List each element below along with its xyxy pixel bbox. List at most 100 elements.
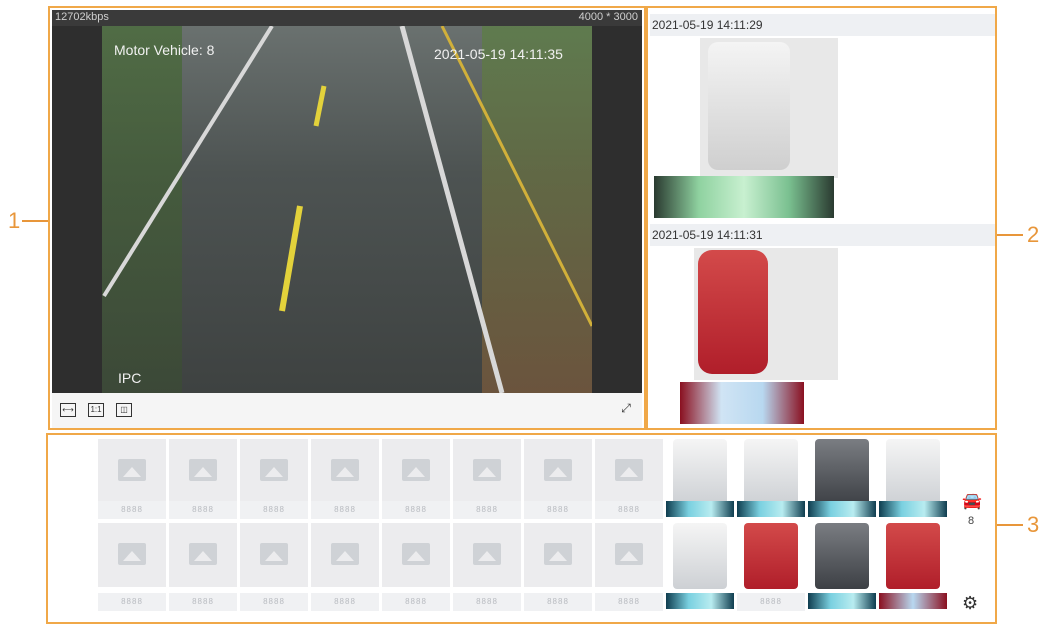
vehicle-plate-thumbnail[interactable] xyxy=(808,501,876,517)
placeholder-tile xyxy=(524,439,592,503)
placeholder-tile xyxy=(169,523,237,587)
vehicle-plate-thumbnail[interactable] xyxy=(879,593,947,609)
placeholder-plate: 8888 xyxy=(595,501,663,519)
image-placeholder-icon xyxy=(544,543,572,565)
image-placeholder-icon xyxy=(260,543,288,565)
placeholder-tile xyxy=(98,523,166,587)
placeholder-tile xyxy=(311,523,379,587)
fullscreen-icon[interactable]: ⤢ xyxy=(618,402,634,417)
live-view-panel: 12702kbps 4000 * 3000 Motor Vehicle: 8 2… xyxy=(48,6,646,430)
vehicle-plate-thumbnail[interactable] xyxy=(737,501,805,517)
image-placeholder-icon xyxy=(331,459,359,481)
placeholder-plate: 8888 xyxy=(382,593,450,611)
vehicle-thumbnail[interactable] xyxy=(744,439,798,505)
vehicle-plate-thumbnail[interactable] xyxy=(666,501,734,517)
vehicle-gallery-panel: 8888 8888 8888 8888 8888 8888 8888 8888 8888 8888… xyxy=(46,433,997,624)
placeholder-plate: 8888 xyxy=(453,501,521,519)
split-view-icon[interactable]: ◫ xyxy=(116,403,132,417)
live-video[interactable]: 12702kbps 4000 * 3000 Motor Vehicle: 8 2… xyxy=(52,10,642,393)
snapshot-vehicle-image-1[interactable] xyxy=(700,38,838,178)
image-placeholder-icon xyxy=(544,459,572,481)
image-placeholder-icon xyxy=(260,459,288,481)
callout-3-number: 3 xyxy=(1027,512,1040,537)
image-placeholder-icon xyxy=(331,543,359,565)
vehicle-count: 8 xyxy=(968,515,975,527)
original-size-icon[interactable]: 1:1 xyxy=(88,403,104,417)
image-placeholder-icon xyxy=(402,459,430,481)
callout-2-number: 2 xyxy=(1027,222,1040,247)
placeholder-tile xyxy=(595,439,663,503)
placeholder-plate: 8888 xyxy=(240,501,308,519)
vehicle-plate-thumbnail[interactable] xyxy=(666,593,734,609)
image-placeholder-icon xyxy=(473,459,501,481)
image-placeholder-icon xyxy=(615,543,643,565)
vehicle-thumbnail[interactable] xyxy=(673,523,727,589)
vehicle-thumbnail[interactable] xyxy=(815,523,869,589)
road-scene: Motor Vehicle: 8 2021-05-19 14:11:35 IPC xyxy=(102,26,592,393)
placeholder-plate: 8888 xyxy=(240,593,308,611)
callout-1-line xyxy=(22,220,48,222)
callout-2-line xyxy=(997,234,1023,236)
snapshot-time-2: 2021-05-19 14:11:31 xyxy=(650,224,995,246)
placeholder-tile xyxy=(98,439,166,503)
image-placeholder-icon xyxy=(189,459,217,481)
bitrate-label: 12702kbps xyxy=(55,11,109,23)
callout-1-number: 1 xyxy=(8,208,21,233)
vehicle-plate-thumbnail[interactable]: 8888 xyxy=(737,593,805,611)
placeholder-plate: 8888 xyxy=(98,501,166,519)
left-lane-line xyxy=(102,26,274,298)
placeholder-tile xyxy=(382,523,450,587)
width-fit-icon[interactable]: ⟷ xyxy=(60,403,76,417)
center-dash-2 xyxy=(279,205,303,312)
vehicle-thumbnail[interactable] xyxy=(744,523,798,589)
snapshot-plate-image-1[interactable] xyxy=(654,176,834,218)
placeholder-plate: 8888 xyxy=(311,593,379,611)
placeholder-tile xyxy=(169,439,237,503)
snapshot-plate-image-2[interactable] xyxy=(680,382,804,424)
placeholder-tile xyxy=(524,523,592,587)
center-dash-1 xyxy=(313,85,327,127)
snapshot-vehicle-image-2[interactable] xyxy=(694,248,838,380)
vehicle-thumbnail[interactable] xyxy=(815,439,869,505)
timestamp-overlay: 2021-05-19 14:11:35 xyxy=(434,46,563,62)
video-status-bar: 12702kbps 4000 * 3000 xyxy=(52,10,642,26)
placeholder-tile xyxy=(382,439,450,503)
video-controls: ⟷ 1:1 ◫ ⤢ xyxy=(52,393,642,428)
placeholder-tile xyxy=(453,523,521,587)
vehicle-plate-thumbnail[interactable] xyxy=(879,501,947,517)
placeholder-tile xyxy=(311,439,379,503)
placeholder-plate: 8888 xyxy=(595,593,663,611)
placeholder-plate: 8888 xyxy=(453,593,521,611)
vehicle-thumbnail[interactable] xyxy=(886,439,940,505)
vehicle-count-overlay: Motor Vehicle: 8 xyxy=(114,42,215,58)
placeholder-tile xyxy=(595,523,663,587)
image-placeholder-icon xyxy=(118,543,146,565)
image-placeholder-icon xyxy=(473,543,501,565)
van-shape xyxy=(708,42,790,170)
red-car-shape xyxy=(698,250,768,374)
image-placeholder-icon xyxy=(189,543,217,565)
settings-icon[interactable]: ⚙ xyxy=(962,593,978,614)
vehicle-plate-thumbnail[interactable] xyxy=(808,593,876,609)
placeholder-plate: 8888 xyxy=(311,501,379,519)
placeholder-tile xyxy=(240,439,308,503)
snapshot-time-1: 2021-05-19 14:11:29 xyxy=(650,14,995,36)
vehicle-thumbnail[interactable] xyxy=(673,439,727,505)
image-placeholder-icon xyxy=(118,459,146,481)
placeholder-plate: 8888 xyxy=(524,593,592,611)
placeholder-plate: 8888 xyxy=(382,501,450,519)
lane-markings xyxy=(102,26,592,393)
snapshot-panel: 2021-05-19 14:11:29 2021-05-19 14:11:31 xyxy=(646,6,997,430)
car-icon: 🚘 xyxy=(962,493,982,510)
placeholder-tile xyxy=(240,523,308,587)
resolution-label: 4000 * 3000 xyxy=(578,11,638,23)
camera-label-overlay: IPC xyxy=(118,370,142,386)
callout-3-line xyxy=(997,524,1023,526)
right-edge-line xyxy=(440,26,592,327)
placeholder-plate: 8888 xyxy=(98,593,166,611)
vehicle-thumbnail[interactable] xyxy=(886,523,940,589)
right-lane-line xyxy=(399,26,505,393)
image-placeholder-icon xyxy=(402,543,430,565)
placeholder-plate: 8888 xyxy=(169,501,237,519)
image-placeholder-icon xyxy=(615,459,643,481)
